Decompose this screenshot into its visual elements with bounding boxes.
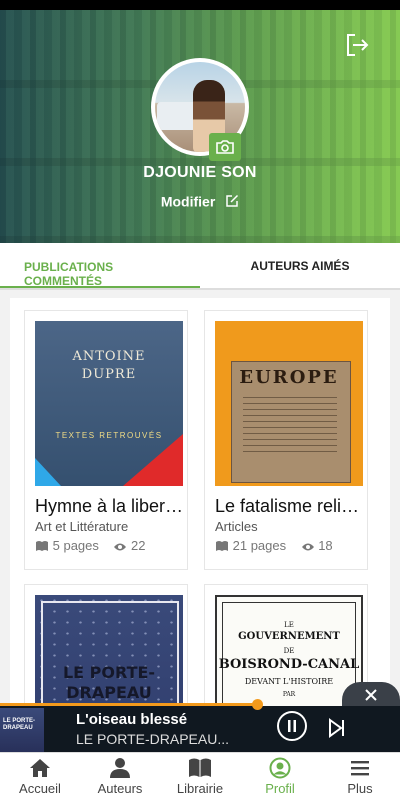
divider [0,288,400,290]
tab-label: AUTEURS AIMÉS [250,259,350,273]
close-icon [365,689,377,701]
book-views: 18 [318,538,333,553]
book-cover: LE GOUVERNEMENT DE BOISROND-CANAL DEVANT… [215,595,363,718]
edit-profile-label: Modifier [160,193,216,210]
profile-icon [269,757,291,779]
book-card[interactable]: EUROPE Le fatalisme reli… Articles 21 pa… [204,310,368,570]
edit-icon [226,195,239,208]
pause-button[interactable] [277,711,307,741]
book-title: Hymne à la liber… [35,496,184,516]
player-progress-bar[interactable] [0,703,258,706]
eye-icon [114,543,127,551]
book-card[interactable]: ANTOINE DUPRE TEXTES RETROUVÉS Hymne à l… [24,310,188,570]
home-icon [30,759,50,777]
nav-plus[interactable]: Plus [320,753,400,801]
nav-label: Librairie [176,781,224,796]
pause-icon [288,720,296,732]
book-cover: ANTOINE DUPRE TEXTES RETROUVÉS [35,321,183,486]
nav-auteurs[interactable]: Auteurs [80,753,160,801]
tab-publications-commentes[interactable]: PUBLICATIONS COMMENTÉS [0,243,200,290]
nav-profil[interactable]: Profil [240,753,320,801]
nav-label: Accueil [19,781,61,796]
profile-name: DJOUNIE SON [143,164,257,181]
menu-icon [351,761,369,776]
edit-profile-button[interactable]: Modifier [0,192,400,209]
player-subtitle: LE PORTE-DRAPEAU... [76,731,230,747]
book-cover: LE PORTE- DRAPEAU [35,595,183,718]
nav-label: Plus [347,781,373,796]
nav-librairie[interactable]: Librairie [160,753,240,801]
tab-label: PUBLICATIONS COMMENTÉS [24,260,114,288]
book-pages-icon [216,541,228,551]
book-views: 22 [130,538,146,553]
skip-next-icon[interactable] [328,718,346,738]
nav-label: Auteurs [97,781,143,796]
status-bar [0,0,400,10]
book-pages: 5 pages [52,538,99,553]
book-pages-icon [36,541,48,551]
book-category: Art et Littérature [35,519,129,534]
profile-tabs: PUBLICATIONS COMMENTÉS AUTEURS AIMÉS [0,243,400,290]
book-pages: 21 pages [232,538,287,553]
camera-icon [216,140,234,154]
player-thumbnail: LE PORTE- DRAPEAU [0,708,44,752]
nav-accueil[interactable]: Accueil [0,753,80,801]
close-player-button[interactable] [342,682,400,708]
book-meta: 21 pages 18 [215,538,333,553]
logout-icon[interactable] [344,32,370,58]
player-title: L'oiseau blessé [76,711,188,728]
book-meta: 5 pages 22 [35,538,145,553]
book-category: Articles [215,519,258,534]
book-title: Le fatalisme reli… [215,496,360,516]
tab-auteurs-aimes[interactable]: AUTEURS AIMÉS [200,243,400,290]
nav-label: Profil [265,781,295,796]
person-icon [110,758,130,778]
book-icon [189,758,211,777]
bottom-navigation: Accueil Auteurs Librairie Profil Plus [0,752,400,801]
book-card[interactable]: LE PORTE- DRAPEAU [24,584,188,718]
change-photo-button[interactable] [209,133,241,161]
player-progress-handle[interactable] [252,699,263,710]
book-cover: EUROPE [215,321,363,486]
eye-icon [301,543,314,551]
publications-grid: ANTOINE DUPRE TEXTES RETROUVÉS Hymne à l… [10,298,390,718]
